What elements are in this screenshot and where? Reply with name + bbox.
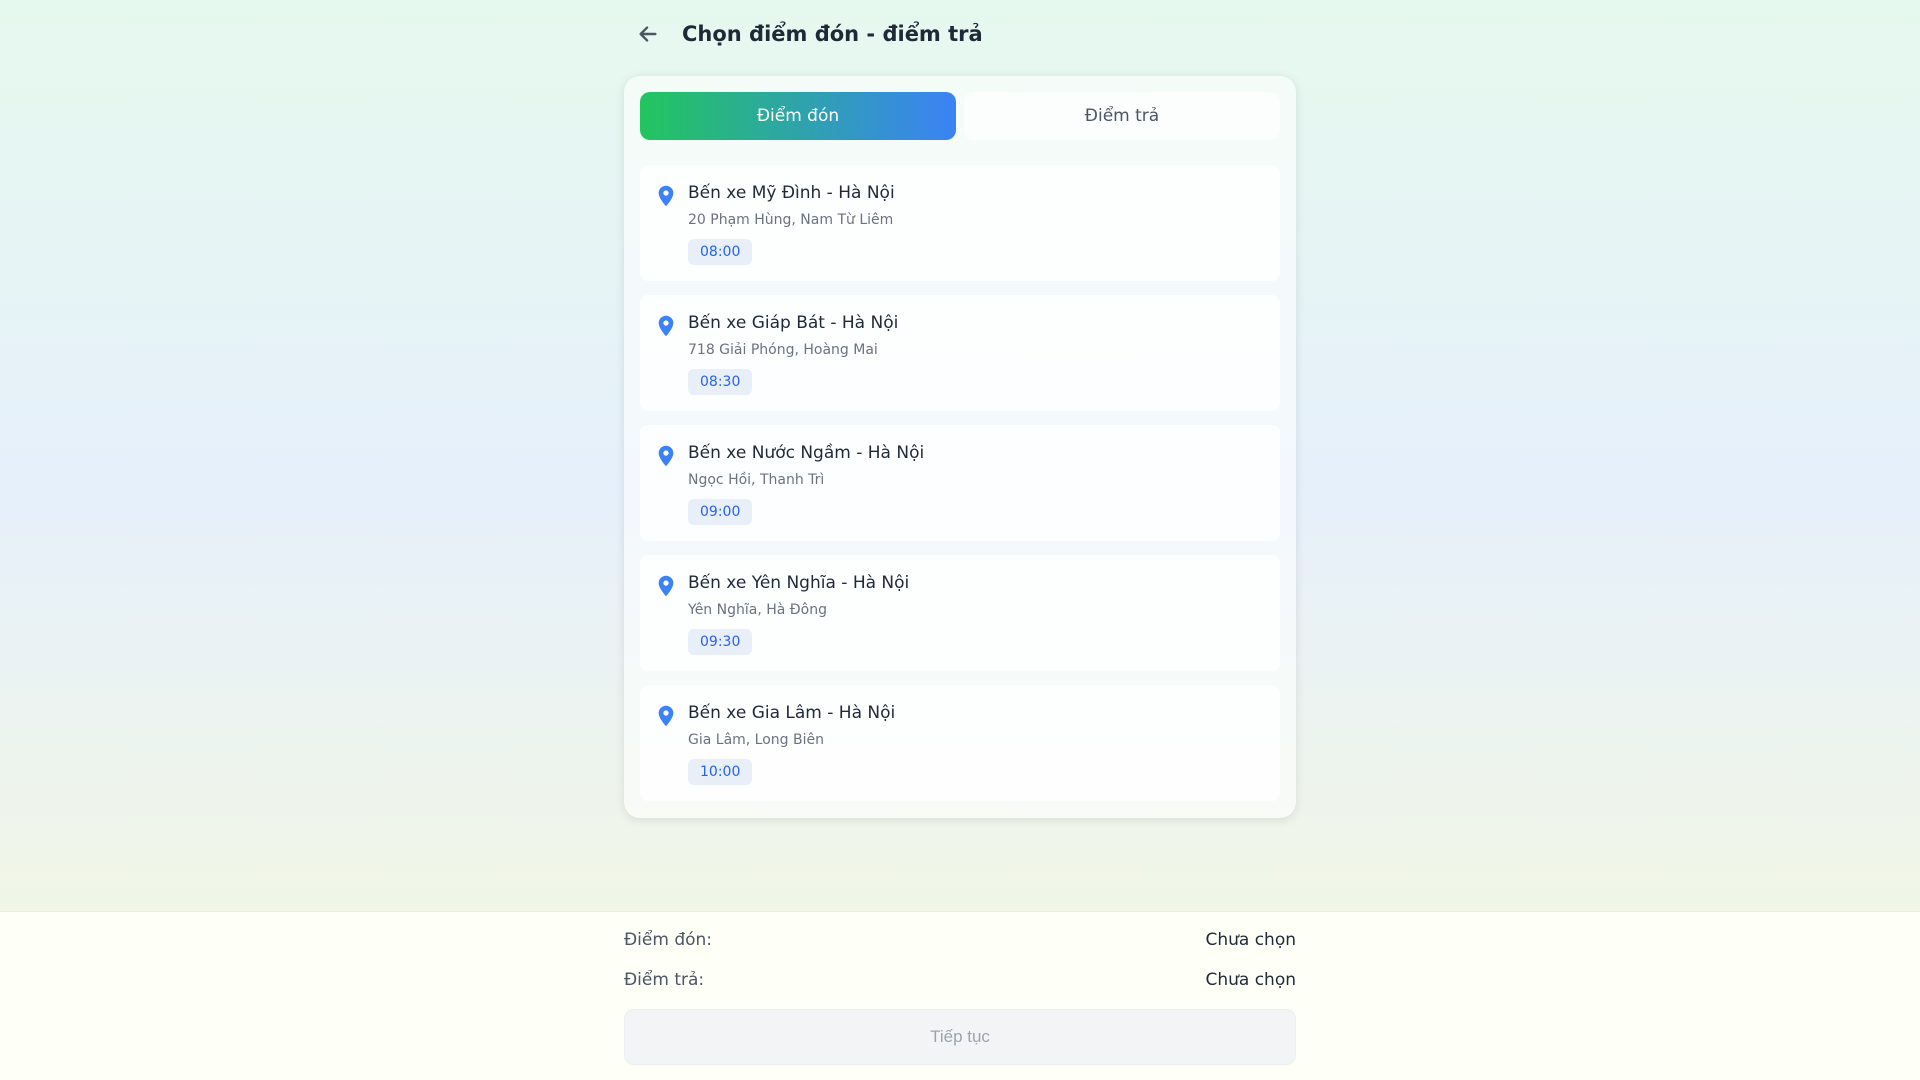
stop-selection-card: Điểm đón Điểm trả Bến xe Mỹ Đình - Hà Nộ…: [624, 76, 1296, 818]
stop-name: Bến xe Gia Lâm - Hà Nội: [688, 703, 896, 723]
pickup-summary: Điểm đón: Chưa chọn: [624, 930, 1296, 950]
page-title: Chọn điểm đón - điểm trả: [682, 22, 983, 46]
pickup-value: Chưa chọn: [1205, 930, 1296, 950]
stop-time-badge: 08:00: [688, 239, 753, 265]
stop-time-badge: 10:00: [688, 759, 753, 785]
map-pin-icon: [658, 575, 674, 597]
continue-button[interactable]: Tiếp tục: [624, 1009, 1296, 1065]
stop-item[interactable]: Bến xe Gia Lâm - Hà Nội Gia Lâm, Long Bi…: [640, 685, 1280, 801]
map-pin-icon: [658, 185, 674, 207]
back-button[interactable]: [630, 16, 666, 52]
stop-list: Bến xe Mỹ Đình - Hà Nội 20 Phạm Hùng, Na…: [640, 165, 1280, 801]
header: Chọn điểm đón - điểm trả: [624, 14, 1296, 54]
tab-dropoff[interactable]: Điểm trả: [964, 92, 1280, 140]
stop-time-badge: 09:00: [688, 499, 753, 525]
stop-item[interactable]: Bến xe Mỹ Đình - Hà Nội 20 Phạm Hùng, Na…: [640, 165, 1280, 281]
stop-item[interactable]: Bến xe Yên Nghĩa - Hà Nội Yên Nghĩa, Hà …: [640, 555, 1280, 671]
stop-time-badge: 08:30: [688, 369, 753, 395]
stop-item[interactable]: Bến xe Giáp Bát - Hà Nội 718 Giải Phóng,…: [640, 295, 1280, 411]
stop-name: Bến xe Yên Nghĩa - Hà Nội: [688, 573, 910, 593]
dropoff-summary: Điểm trả: Chưa chọn: [624, 970, 1296, 990]
stop-time-badge: 09:30: [688, 629, 753, 655]
stop-item[interactable]: Bến xe Nước Ngầm - Hà Nội Ngọc Hồi, Than…: [640, 425, 1280, 541]
tab-bar: Điểm đón Điểm trả: [640, 92, 1280, 140]
dropoff-label: Điểm trả:: [624, 970, 705, 990]
map-pin-icon: [658, 705, 674, 727]
tab-pickup[interactable]: Điểm đón: [640, 92, 956, 140]
stop-address: 718 Giải Phóng, Hoàng Mai: [688, 342, 878, 358]
pickup-label: Điểm đón:: [624, 930, 713, 950]
map-pin-icon: [658, 445, 674, 467]
stop-address: Gia Lâm, Long Biên: [688, 732, 824, 748]
stop-name: Bến xe Mỹ Đình - Hà Nội: [688, 183, 895, 203]
stop-address: 20 Phạm Hùng, Nam Từ Liêm: [688, 212, 894, 228]
stop-address: Yên Nghĩa, Hà Đông: [688, 602, 827, 618]
stop-name: Bến xe Giáp Bát - Hà Nội: [688, 313, 899, 333]
stop-address: Ngọc Hồi, Thanh Trì: [688, 472, 825, 488]
selection-footer: Điểm đón: Chưa chọn Điểm trả: Chưa chọn …: [0, 911, 1920, 1080]
map-pin-icon: [658, 315, 674, 337]
stop-name: Bến xe Nước Ngầm - Hà Nội: [688, 443, 925, 463]
arrow-left-icon: [639, 26, 657, 42]
dropoff-value: Chưa chọn: [1205, 970, 1296, 990]
